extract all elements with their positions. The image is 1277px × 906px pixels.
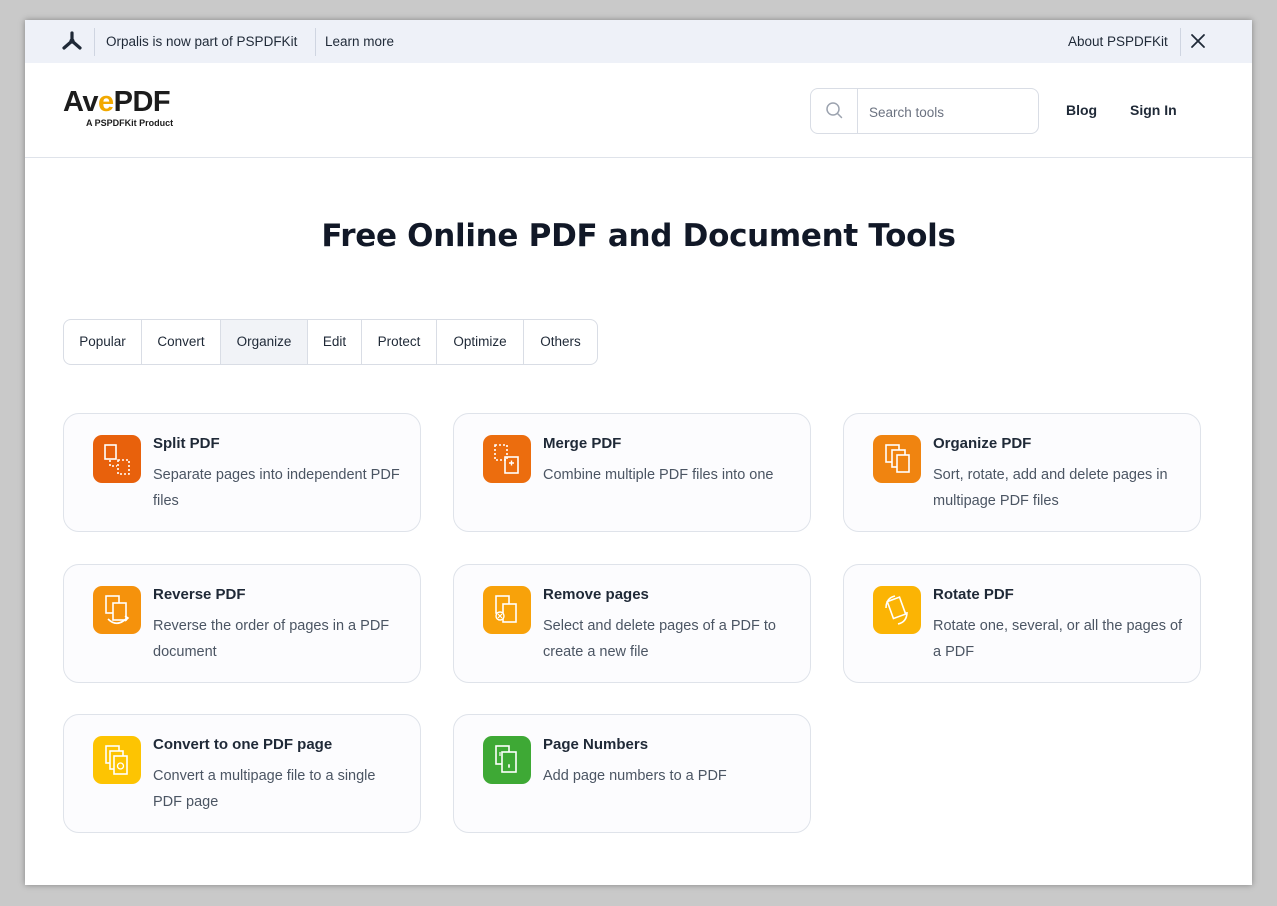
- page-numbers-icon: [483, 736, 531, 784]
- tool-title: Split PDF: [153, 435, 220, 452]
- brand-part: e: [98, 86, 114, 118]
- page-title: Free Online PDF and Document Tools: [321, 218, 956, 254]
- tool-title: Reverse PDF: [153, 586, 246, 603]
- search-box: [810, 88, 1039, 134]
- tool-title: Convert to one PDF page: [153, 736, 333, 753]
- tool-description: Reverse the order of pages in a PDF docu…: [153, 618, 390, 660]
- tool-title: Rotate PDF: [933, 586, 1014, 603]
- tab-others[interactable]: Others: [524, 320, 597, 364]
- search-icon[interactable]: [811, 89, 858, 133]
- merge-icon: [483, 435, 531, 483]
- tool-title: Remove pages: [543, 586, 649, 603]
- brand-tagline: A PSPDFKit Product: [86, 118, 174, 128]
- tool-description: Select and delete pages of a PDF to crea…: [543, 618, 776, 660]
- blog-link[interactable]: Blog: [1066, 102, 1097, 118]
- tab-edit[interactable]: Edit: [308, 320, 362, 364]
- tool-card-organize-pdf[interactable]: Organize PDF Sort, rotate, add and delet…: [843, 413, 1201, 532]
- tool-description: Rotate one, several, or all the pages of…: [933, 618, 1183, 660]
- tool-description: Add page numbers to a PDF: [543, 768, 727, 784]
- organize-icon: [873, 435, 921, 483]
- tab-protect[interactable]: Protect: [362, 320, 437, 364]
- tool-title: Page Numbers: [543, 736, 649, 753]
- tab-convert[interactable]: Convert: [142, 320, 221, 364]
- banner-divider: [315, 28, 316, 56]
- tool-card-convert-to-one-pdf-page[interactable]: Convert to one PDF page Convert a multip…: [63, 714, 421, 833]
- close-icon[interactable]: [1188, 31, 1208, 51]
- tool-card-reverse-pdf[interactable]: Reverse PDF Reverse the order of pages i…: [63, 564, 421, 683]
- tool-title: Merge PDF: [543, 435, 622, 452]
- learn-more-link[interactable]: Learn more: [325, 34, 394, 49]
- announcement-banner: Orpalis is now part of PSPDFKit Learn mo…: [25, 20, 1252, 63]
- search-input[interactable]: [867, 101, 1031, 123]
- tool-card-split-pdf[interactable]: Split PDF Separate pages into independen…: [63, 413, 421, 532]
- banner-divider: [94, 28, 95, 56]
- tool-description: Convert a multipage file to a single PDF…: [153, 768, 376, 810]
- rotate-icon: [873, 586, 921, 634]
- tool-card-remove-pages[interactable]: Remove pages Select and delete pages of …: [453, 564, 811, 683]
- tool-title: Organize PDF: [933, 435, 1032, 452]
- tool-description: Sort, rotate, add and delete pages in mu…: [933, 467, 1168, 509]
- tool-card-rotate-pdf[interactable]: Rotate PDF Rotate one, several, or all t…: [843, 564, 1201, 683]
- about-pspdfkit-link[interactable]: About PSPDFKit: [1068, 34, 1168, 49]
- split-icon: [93, 435, 141, 483]
- tool-card-merge-pdf[interactable]: Merge PDF Combine multiple PDF files int…: [453, 413, 811, 532]
- one-page-icon: [93, 736, 141, 784]
- tool-description: Separate pages into independent PDF file…: [153, 467, 400, 509]
- brand-part: PDF: [113, 86, 171, 118]
- site-header: AvePDF A PSPDFKit Product Blog Sign In: [25, 63, 1252, 158]
- tool-description: Combine multiple PDF files into one: [543, 467, 774, 483]
- reverse-icon: [93, 586, 141, 634]
- brand-part: Av: [63, 86, 99, 118]
- remove-pages-icon: [483, 586, 531, 634]
- category-tabs: Popular Convert Organize Edit Protect Op…: [63, 319, 598, 365]
- browser-page: Orpalis is now part of PSPDFKit Learn mo…: [25, 20, 1252, 885]
- banner-divider: [1180, 28, 1181, 56]
- tab-popular[interactable]: Popular: [64, 320, 142, 364]
- banner-message: Orpalis is now part of PSPDFKit: [106, 34, 298, 49]
- tab-optimize[interactable]: Optimize: [437, 320, 524, 364]
- tool-card-page-numbers[interactable]: Page Numbers Add page numbers to a PDF: [453, 714, 811, 833]
- pspdfkit-logo-icon: [61, 31, 83, 53]
- tab-organize[interactable]: Organize: [221, 320, 308, 364]
- avepdf-logo[interactable]: AvePDF A PSPDFKit Product: [63, 86, 173, 128]
- sign-in-link[interactable]: Sign In: [1130, 102, 1177, 118]
- brand-wordmark: AvePDF: [63, 86, 171, 118]
